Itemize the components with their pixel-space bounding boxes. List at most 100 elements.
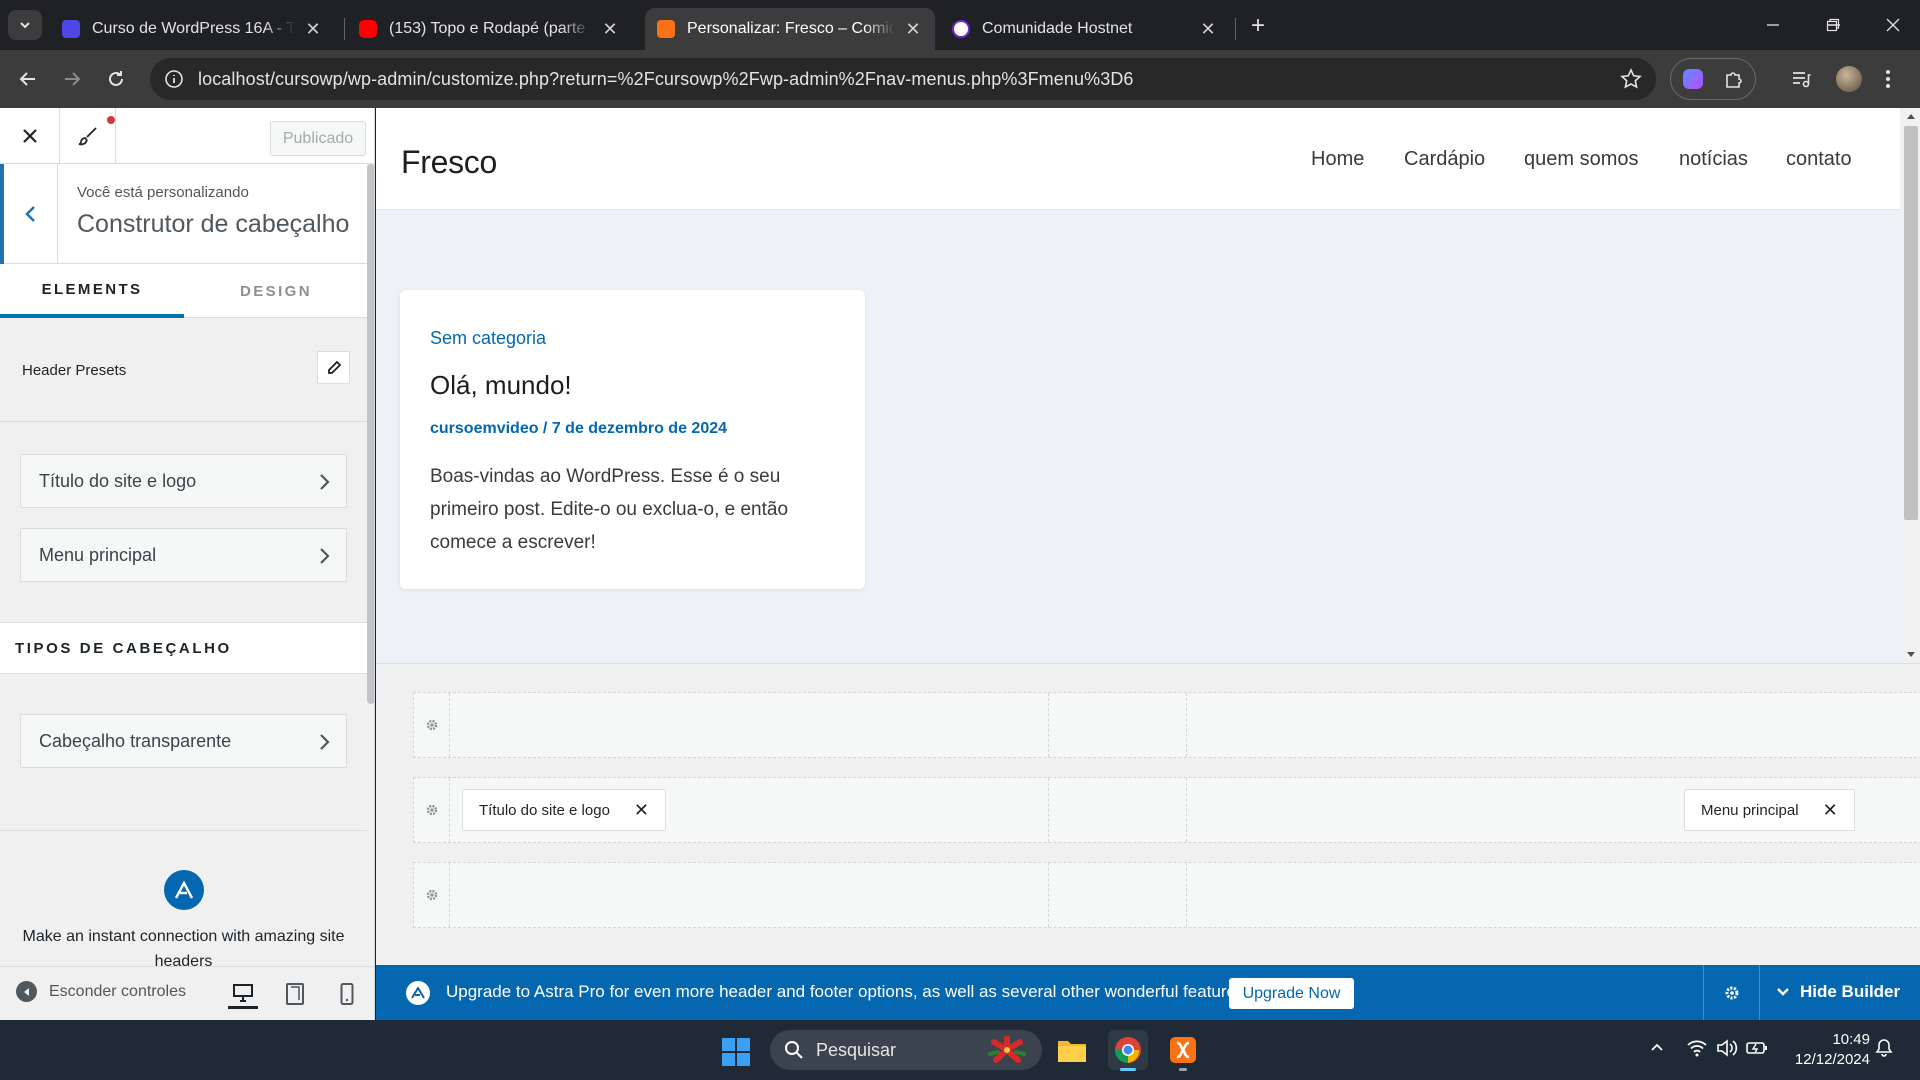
tab-separator [344, 18, 345, 40]
xampp-app[interactable] [1163, 1030, 1203, 1071]
post-category[interactable]: Sem categoria [430, 328, 546, 349]
browser-tab-1[interactable]: Curso de WordPress 16A - Topo ✕ [50, 8, 335, 50]
puzzle-icon[interactable] [1723, 69, 1745, 91]
back-to-panels-button[interactable] [0, 164, 58, 264]
nav-quem-somos[interactable]: quem somos [1524, 148, 1639, 171]
column-divider [1186, 778, 1187, 842]
customizing-label: Você está personalizando [77, 184, 249, 201]
poinsettia-icon [988, 1036, 1026, 1063]
primary-menu-chip[interactable]: Menu principal ✕ [1684, 789, 1855, 831]
hide-controls-button[interactable]: Esconder controles [16, 981, 186, 1002]
battery-icon[interactable] [1746, 1038, 1768, 1058]
clock-date: 12/12/2024 [1794, 1051, 1870, 1068]
bookmark-star-icon[interactable] [1620, 68, 1642, 90]
builder-settings-button[interactable] [1703, 965, 1760, 1020]
restore-window-button[interactable] [1813, 10, 1853, 40]
tab-design[interactable]: DESIGN [184, 264, 368, 318]
address-bar[interactable]: localhost/cursowp/wp-admin/customize.php… [150, 58, 1656, 100]
youtube-icon [359, 20, 377, 38]
tablet-preview-button[interactable] [280, 979, 310, 1009]
chip-label: Título do site e logo [479, 801, 610, 819]
remove-chip-icon[interactable]: ✕ [634, 800, 649, 821]
browser-tab-3[interactable]: Personalizar: Fresco – Comida It ✕ [645, 8, 935, 50]
builder-row-above[interactable] [413, 692, 1920, 758]
new-tab-button[interactable]: + [1244, 12, 1272, 40]
close-window-button[interactable] [1873, 10, 1913, 40]
upgrade-text: Upgrade to Astra Pro for even more heade… [446, 982, 1250, 1001]
taskbar-search[interactable]: Pesquisar [770, 1030, 1042, 1070]
scroll-down-icon[interactable] [1906, 651, 1916, 659]
post-title[interactable]: Olá, mundo! [430, 370, 572, 401]
close-tab-icon[interactable]: ✕ [303, 19, 323, 39]
windows-logo-icon [722, 1038, 750, 1066]
tab-elements[interactable]: ELEMENTS [0, 264, 184, 318]
profile-avatar[interactable] [1836, 66, 1862, 92]
minimize-window-button[interactable] [1753, 10, 1793, 40]
row-settings-button[interactable] [414, 863, 450, 927]
builder-row-primary[interactable]: Título do site e logo ✕ Menu principal ✕ [413, 777, 1920, 843]
site-title-logo-item[interactable]: Título do site e logo [20, 454, 347, 508]
wifi-icon[interactable] [1686, 1038, 1708, 1058]
row-settings-button[interactable] [414, 693, 450, 757]
close-tab-icon[interactable]: ✕ [903, 19, 923, 39]
scroll-up-icon[interactable] [1906, 112, 1916, 120]
tab-separator [1235, 18, 1236, 40]
media-control-icon[interactable] [1790, 68, 1812, 90]
row-settings-button[interactable] [414, 778, 450, 842]
column-divider [1186, 863, 1187, 927]
site-title-logo-chip[interactable]: Título do site e logo ✕ [462, 789, 667, 831]
close-icon [1886, 18, 1900, 32]
browser-tab-4[interactable]: Comunidade Hostnet ✕ [940, 8, 1230, 50]
publish-button[interactable]: Publicado [270, 121, 366, 156]
notification-bell-icon[interactable] [1874, 1038, 1894, 1058]
mobile-preview-button[interactable] [332, 979, 362, 1009]
nav-cardapio[interactable]: Cardápio [1404, 148, 1485, 171]
forward-button[interactable] [56, 63, 88, 95]
post-meta[interactable]: cursoemvideo / 7 de dezembro de 2024 [430, 420, 727, 438]
header-presets-row: Header Presets [0, 318, 367, 422]
customizer-sidebar: Publicado Você está personalizando Const… [0, 108, 375, 1020]
arrow-right-icon [65, 72, 81, 86]
url-text: localhost/cursowp/wp-admin/customize.php… [198, 68, 1134, 89]
chevron-left-icon [24, 206, 35, 222]
remove-chip-icon[interactable]: ✕ [1823, 800, 1838, 821]
builder-row-below[interactable] [413, 862, 1920, 928]
tab-title: Comunidade Hostnet [982, 20, 1133, 37]
tab-search-button[interactable] [8, 10, 42, 40]
reload-button[interactable] [100, 63, 132, 95]
tablet-icon [286, 983, 304, 1005]
start-button[interactable] [722, 1038, 750, 1066]
more-menu-icon[interactable] [1884, 68, 1892, 90]
nav-contato[interactable]: contato [1786, 148, 1852, 171]
close-tab-icon[interactable]: ✕ [600, 19, 620, 39]
volume-icon[interactable] [1716, 1038, 1738, 1058]
site-title[interactable]: Fresco [401, 144, 497, 181]
hostnet-favicon-icon [952, 20, 970, 38]
browser-tab-2[interactable]: (153) Topo e Rodapé (parte 1) - ✕ [347, 8, 632, 50]
extension-icon[interactable] [1683, 69, 1703, 89]
upgrade-now-button[interactable]: Upgrade Now [1229, 978, 1354, 1009]
astra-a-icon [174, 881, 194, 899]
system-clock[interactable]: 10:49 12/12/2024 [1780, 1030, 1870, 1070]
back-button[interactable] [12, 63, 44, 95]
sidebar-scrollbar[interactable] [367, 164, 374, 704]
clock-time: 10:49 [1832, 1031, 1870, 1048]
edit-presets-button[interactable] [317, 351, 350, 384]
nav-home[interactable]: Home [1311, 148, 1364, 171]
primary-menu-item[interactable]: Menu principal [20, 528, 347, 582]
close-customizer-button[interactable] [0, 108, 60, 164]
site-info-icon[interactable] [164, 69, 184, 89]
tab-title: Curso de WordPress 16A - Topo [92, 20, 295, 37]
nav-noticias[interactable]: notícias [1679, 148, 1748, 171]
transparent-header-item[interactable]: Cabeçalho transparente [20, 714, 347, 768]
gear-icon [426, 804, 437, 816]
close-tab-icon[interactable]: ✕ [1198, 19, 1218, 39]
chevron-up-icon[interactable] [1650, 1042, 1664, 1052]
file-explorer-app[interactable] [1052, 1030, 1092, 1070]
desktop-preview-button[interactable] [228, 979, 258, 1009]
desktop-icon [233, 983, 253, 1002]
hide-builder-button[interactable]: Hide Builder [1776, 982, 1900, 1002]
preview-scrollbar-thumb[interactable] [1904, 126, 1918, 520]
xampp-favicon-icon [657, 20, 675, 38]
chrome-app[interactable] [1108, 1030, 1148, 1071]
